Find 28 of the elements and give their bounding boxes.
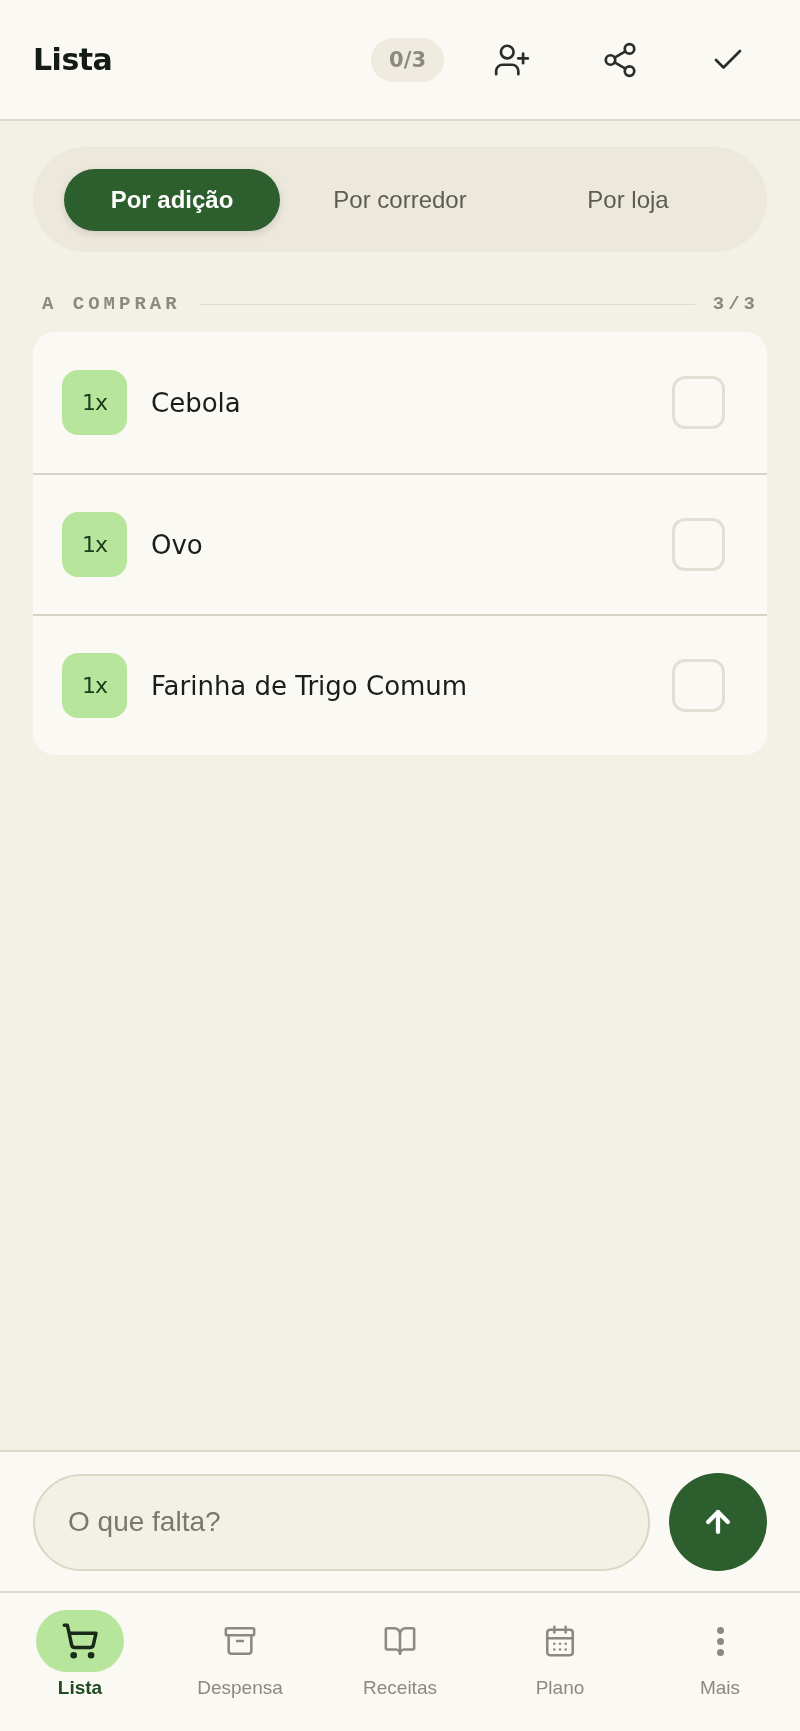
nav-tab[interactable]: Despensa: [160, 1610, 320, 1731]
cart-icon: [61, 1622, 99, 1660]
quantity-badge: 1x: [62, 512, 127, 577]
more-menu-icon: [716, 1626, 724, 1656]
nav-tab[interactable]: Plano: [480, 1610, 640, 1731]
share-icon: [601, 40, 639, 79]
item-checkbox[interactable]: [672, 518, 725, 571]
archive-box-icon: [223, 1624, 257, 1658]
item-checkbox[interactable]: [672, 659, 725, 712]
item-name: Ovo: [151, 529, 204, 560]
progress-counter: 0/3: [371, 37, 444, 82]
nav-tab[interactable]: Receitas: [320, 1610, 480, 1731]
nav-tab[interactable]: Lista: [0, 1610, 160, 1731]
quantity-badge: 1x: [62, 370, 127, 435]
item-name: Cebola: [151, 387, 242, 418]
page-title: Lista: [33, 42, 114, 77]
item-name: Farinha de Trigo Comum: [151, 670, 469, 701]
sort-tab[interactable]: Por loja: [520, 168, 736, 231]
item-checkbox[interactable]: [672, 376, 725, 429]
nav-tab[interactable]: Mais: [640, 1610, 800, 1731]
open-book-icon: [383, 1624, 417, 1658]
sort-tab[interactable]: Por corredor: [292, 168, 508, 231]
sort-tab[interactable]: Por adição: [64, 168, 280, 231]
quantity-badge: 1x: [62, 653, 127, 718]
calendar-icon: [543, 1624, 577, 1658]
section-count: 3/3: [712, 293, 759, 315]
section-title: A COMPRAR: [42, 293, 181, 315]
add-item-input[interactable]: O que falta?: [33, 1473, 650, 1571]
